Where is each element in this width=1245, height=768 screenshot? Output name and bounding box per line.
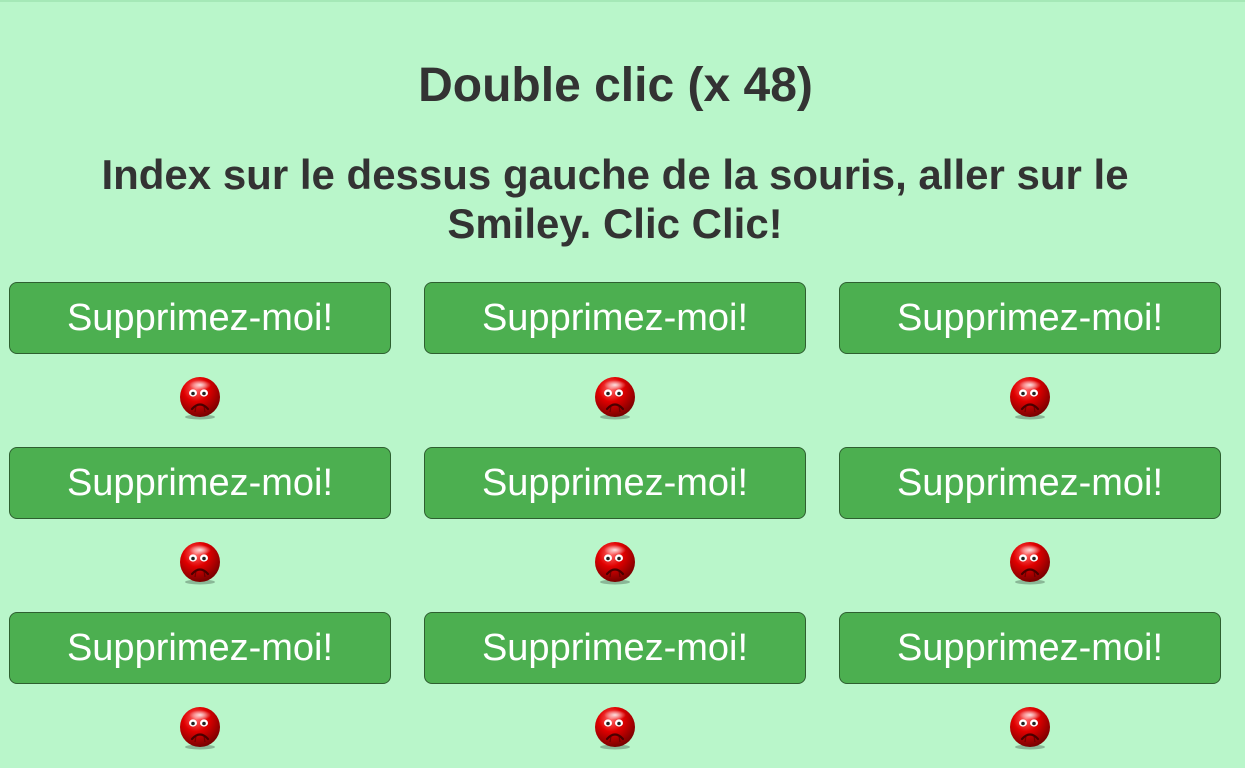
delete-me-button[interactable]: Supprimez-moi! xyxy=(9,447,391,519)
sad-smiley-icon[interactable] xyxy=(178,376,222,420)
grid-cell: Supprimez-moi! xyxy=(424,447,806,612)
sad-smiley-icon[interactable] xyxy=(1008,376,1052,420)
sad-smiley-icon[interactable] xyxy=(593,541,637,585)
grid-cell: Supprimez-moi! xyxy=(9,282,391,447)
grid-cell: Supprimez-moi! xyxy=(839,612,1221,768)
sad-smiley-icon[interactable] xyxy=(178,541,222,585)
sad-smiley-icon[interactable] xyxy=(1008,706,1052,750)
instruction-text: Index sur le dessus gauche de la souris,… xyxy=(101,151,1129,247)
top-divider xyxy=(0,0,1245,2)
grid-row: Supprimez-moi! Supprimez-moi! Supprimez-… xyxy=(9,282,1221,447)
sad-smiley-icon[interactable] xyxy=(178,706,222,750)
grid-cell: Supprimez-moi! xyxy=(9,447,391,612)
delete-me-button[interactable]: Supprimez-moi! xyxy=(9,612,391,684)
delete-me-button[interactable]: Supprimez-moi! xyxy=(839,447,1221,519)
sad-smiley-icon[interactable] xyxy=(593,706,637,750)
grid-cell: Supprimez-moi! xyxy=(9,612,391,768)
grid-row: Supprimez-moi! Supprimez-moi! Supprimez-… xyxy=(9,612,1221,768)
delete-me-button[interactable]: Supprimez-moi! xyxy=(424,282,806,354)
delete-me-button[interactable]: Supprimez-moi! xyxy=(424,447,806,519)
delete-me-button[interactable]: Supprimez-moi! xyxy=(839,612,1221,684)
grid-cell: Supprimez-moi! xyxy=(839,447,1221,612)
sad-smiley-icon[interactable] xyxy=(1008,541,1052,585)
page: Double clic (x 48) Index sur le dessus g… xyxy=(0,0,1245,768)
page-title: Double clic (x 48) xyxy=(418,59,813,112)
grid-cell: Supprimez-moi! xyxy=(839,282,1221,447)
delete-me-button[interactable]: Supprimez-moi! xyxy=(839,282,1221,354)
sad-smiley-icon[interactable] xyxy=(593,376,637,420)
grid-cell: Supprimez-moi! xyxy=(424,282,806,447)
grid-cell: Supprimez-moi! xyxy=(424,612,806,768)
grid-row: Supprimez-moi! Supprimez-moi! Supprimez-… xyxy=(9,447,1221,612)
delete-me-button[interactable]: Supprimez-moi! xyxy=(424,612,806,684)
smiley-grid: Supprimez-moi! Supprimez-moi! Supprimez-… xyxy=(9,282,1221,768)
delete-me-button[interactable]: Supprimez-moi! xyxy=(9,282,391,354)
